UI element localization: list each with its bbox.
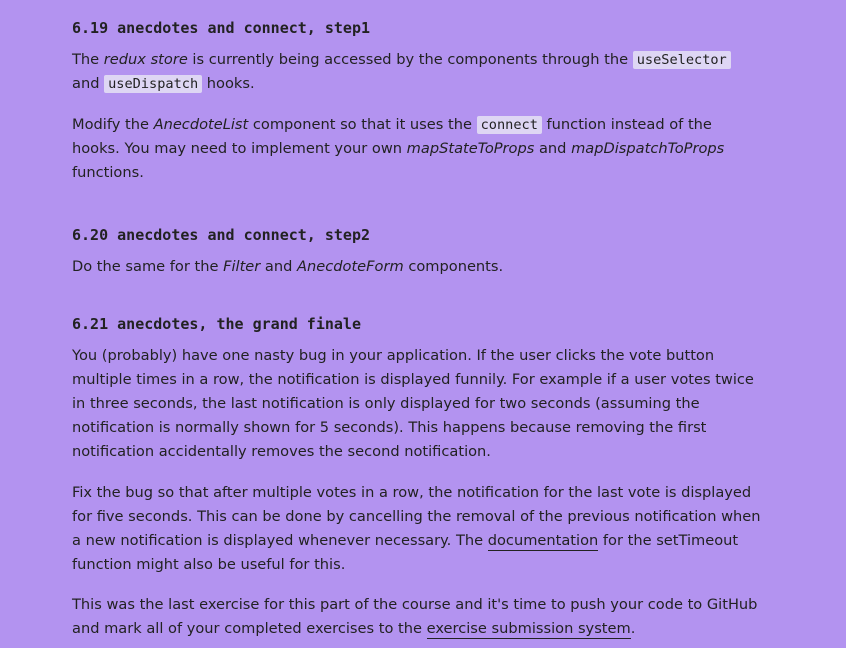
exercise-content: 6.19 anecdotes and connect, step1 The re…: [72, 14, 762, 641]
paragraph: Do the same for the Filter and AnecdoteF…: [72, 255, 762, 279]
exercise-heading-6-19: 6.19 anecdotes and connect, step1: [72, 19, 371, 37]
exercise-heading-6-20: 6.20 anecdotes and connect, step2: [72, 226, 371, 244]
emphasis: AnecdoteForm: [297, 258, 404, 275]
paragraph: This was the last exercise for this part…: [72, 593, 762, 641]
text: This was the last exercise for this part…: [72, 596, 758, 637]
exercise-submission-system-link[interactable]: exercise submission system: [426, 620, 631, 639]
paragraph: You (probably) have one nasty bug in you…: [72, 347, 754, 460]
paragraph: Fix the bug so that after multiple votes…: [72, 481, 762, 577]
paragraph: The redux store is currently being acces…: [72, 48, 762, 96]
text: and: [72, 75, 105, 92]
emphasis: mapStateToProps: [406, 140, 535, 157]
text: hooks.: [202, 75, 255, 92]
exercise-heading-6-21: 6.21 anecdotes, the grand finale: [72, 315, 361, 333]
text: Modify the: [72, 116, 154, 133]
inline-code: connect: [476, 116, 542, 134]
text: The: [72, 51, 104, 68]
text: and: [534, 140, 572, 157]
text: component so that it uses the: [248, 116, 477, 133]
emphasis: redux store: [103, 51, 188, 68]
text: .: [630, 620, 636, 637]
emphasis: AnecdoteList: [153, 116, 249, 133]
text: and: [260, 258, 298, 275]
emphasis: mapDispatchToProps: [571, 140, 725, 157]
inline-code: useSelector: [632, 51, 731, 69]
documentation-link[interactable]: documentation: [487, 532, 599, 551]
emphasis: Filter: [223, 258, 261, 275]
inline-code: useDispatch: [104, 75, 203, 93]
text: functions.: [72, 164, 144, 181]
text: Do the same for the: [72, 258, 224, 275]
paragraph: Modify the AnecdoteList component so tha…: [72, 113, 762, 185]
text: components.: [403, 258, 504, 275]
text: is currently being accessed by the compo…: [187, 51, 633, 68]
